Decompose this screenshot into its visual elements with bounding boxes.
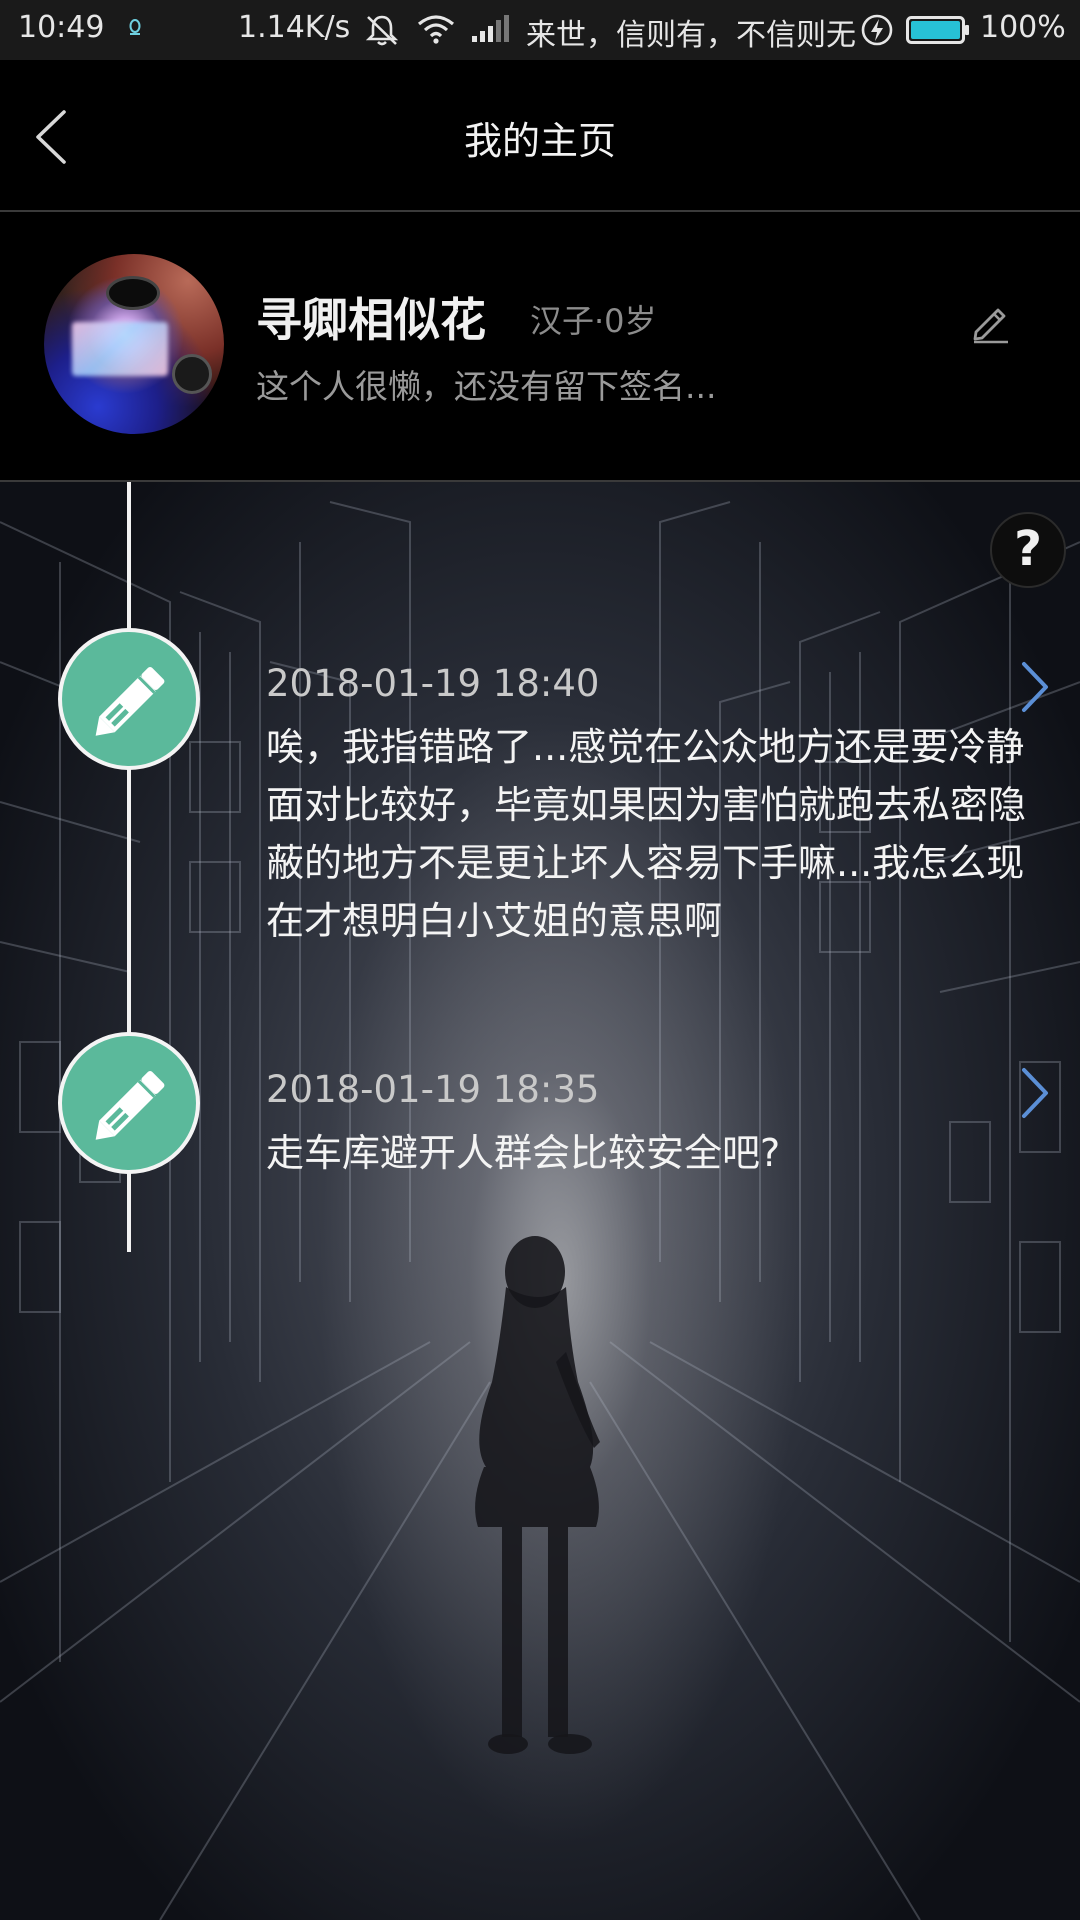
entry-text: 唉，我指错路了...感觉在公众地方还是要冷静面对比较好，毕竟如果因为害怕就跑去私… <box>266 725 1027 943</box>
avatar-camera-detail <box>106 276 160 310</box>
chevron-right-icon[interactable] <box>1018 1066 1052 1120</box>
page-title: 我的主页 <box>463 119 616 163</box>
timeline-area[interactable]: ? 2018-01-19 18:40 唉，我指错路了...感觉在公众地方还是要冷… <box>0 482 1080 1920</box>
qq-icon <box>129 19 141 35</box>
user-gender-age: 汉子·0岁 <box>530 302 657 340</box>
timeline-entry[interactable]: 2018-01-19 18:35 走车库避开人群会比较安全吧? <box>0 1026 1080 1196</box>
pencil-icon[interactable] <box>968 300 1012 344</box>
avatar-camera-dial <box>172 354 212 394</box>
entry-badge <box>58 1032 200 1174</box>
user-signature: 这个人很懒，还没有留下签名... <box>256 367 717 406</box>
battery-icon <box>906 16 969 44</box>
status-net-speed: 1.14K/s <box>238 10 351 45</box>
username: 寻卿相似花 <box>256 293 486 347</box>
status-battery-percent: 100% <box>980 10 1066 45</box>
status-carrier: 来世，信则有，不信则无 <box>526 18 856 53</box>
pencil-icon <box>95 667 165 736</box>
entry-text: 走车库避开人群会比较安全吧? <box>266 1131 781 1175</box>
pencil-icon <box>95 1071 165 1140</box>
profile-card: 寻卿相似花 汉子·0岁 这个人很懒，还没有留下签名... <box>0 212 1080 482</box>
entry-timestamp: 2018-01-19 18:40 <box>266 662 600 705</box>
wifi-icon <box>417 15 455 44</box>
entry-badge <box>58 628 200 770</box>
mute-icon <box>365 15 399 46</box>
app-header: 我的主页 <box>0 60 1080 212</box>
signal-icon <box>472 15 509 42</box>
avatar[interactable] <box>44 254 224 434</box>
screen: 10:49 1.14K/s 来世，信则有，不信则无 100% 我的主页 寻卿相似… <box>0 0 1080 1920</box>
status-bar: 10:49 1.14K/s 来世，信则有，不信则无 100% <box>0 0 1080 60</box>
status-time: 10:49 <box>18 10 105 45</box>
charging-icon <box>861 14 893 46</box>
avatar-camera-screen <box>72 322 168 376</box>
entry-timestamp: 2018-01-19 18:35 <box>266 1068 600 1111</box>
help-button[interactable]: ? <box>990 512 1066 588</box>
timeline-entry[interactable]: 2018-01-19 18:40 唉，我指错路了...感觉在公众地方还是要冷静面… <box>0 622 1080 943</box>
chevron-right-icon[interactable] <box>1018 660 1052 714</box>
